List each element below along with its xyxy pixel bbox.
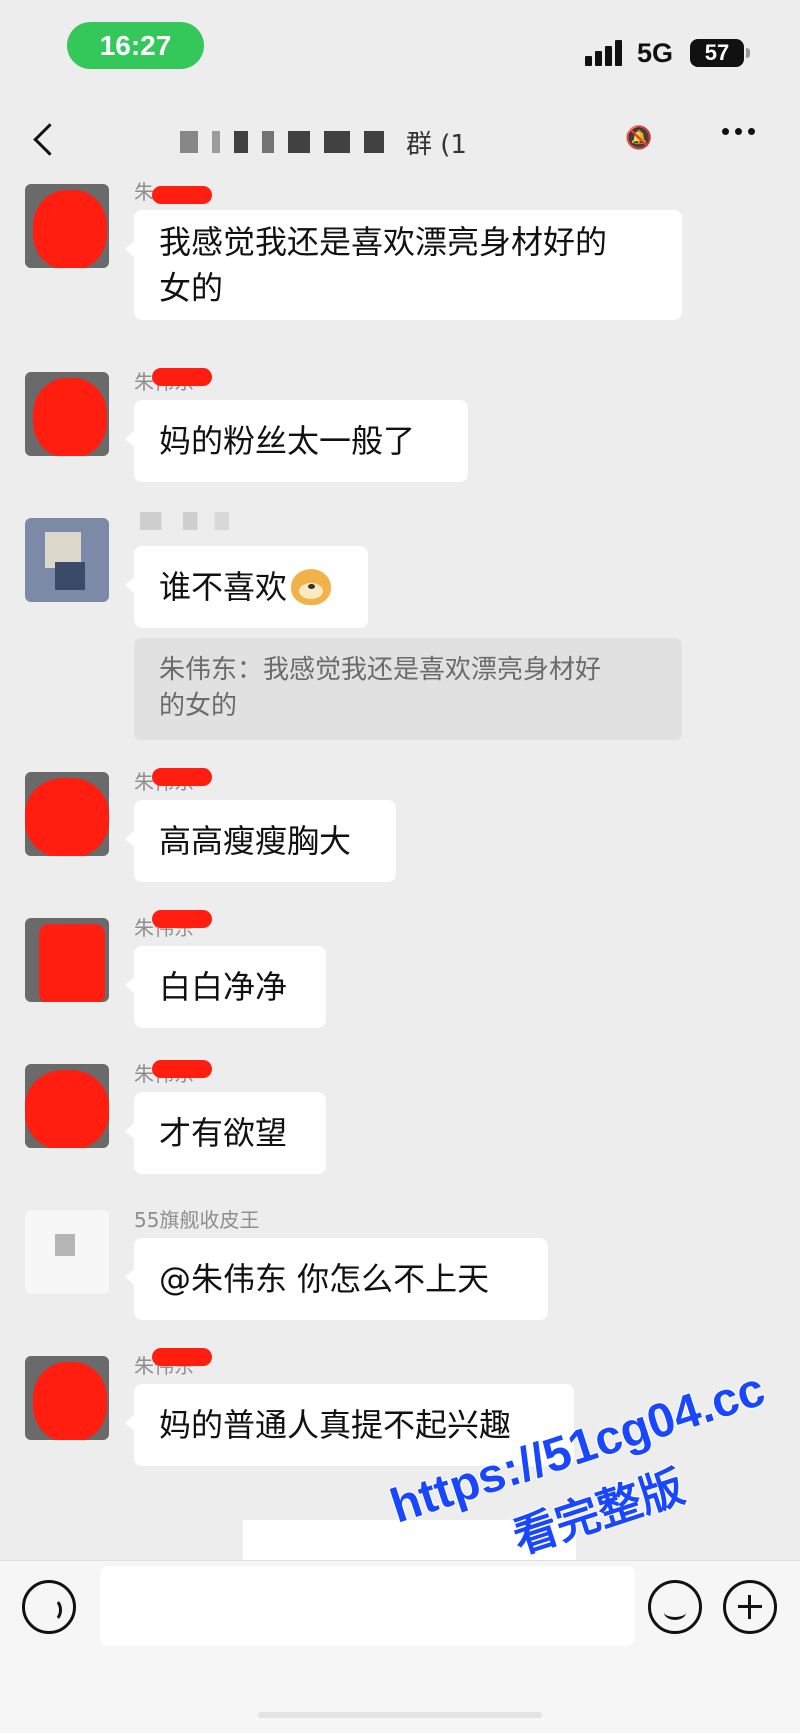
redaction-mark — [152, 910, 212, 928]
emoji-icon[interactable] — [648, 1580, 702, 1634]
doge-emoji-icon — [291, 569, 332, 605]
redaction-mark — [152, 368, 212, 386]
bell-slash-icon: 🔕 — [625, 126, 653, 151]
avatar[interactable] — [25, 918, 109, 1002]
sender-name: 朱 — [134, 180, 154, 204]
message-bubble[interactable]: 才有欲望 — [125, 1092, 326, 1174]
chat-title[interactable]: 群 (1 — [180, 122, 620, 162]
chevron-left-icon[interactable] — [28, 118, 68, 166]
message-text: 妈的粉丝太一般了 — [159, 422, 416, 460]
chat-title-text: 群 (1 — [406, 129, 467, 160]
message-bubble[interactable]: 我感觉我还是喜欢漂亮身材好的 女的 — [125, 210, 682, 320]
message-text: 白白净净 — [159, 968, 288, 1006]
message-bubble[interactable]: 白白净净 — [125, 946, 326, 1028]
quote-text: 的女的 — [159, 691, 238, 721]
avatar[interactable] — [25, 1356, 109, 1440]
plus-icon[interactable] — [723, 1580, 777, 1634]
message-text: 才有欲望 — [159, 1114, 288, 1152]
avatar[interactable] — [25, 372, 109, 456]
home-indicator — [258, 1712, 542, 1718]
quote-text: 朱伟东：我感觉我还是喜欢漂亮身材好 — [159, 655, 602, 685]
signal-icon — [585, 40, 625, 66]
message-text: @朱伟东 你怎么不上天 — [159, 1260, 490, 1298]
more-dots-icon[interactable] — [722, 128, 755, 135]
avatar[interactable] — [25, 518, 109, 602]
redaction-mark — [152, 768, 212, 786]
avatar[interactable] — [25, 1064, 109, 1148]
message-text: 我感觉我还是喜欢漂亮身材好的 — [159, 223, 608, 261]
message-bubble[interactable]: @朱伟东 你怎么不上天 — [125, 1238, 548, 1320]
status-bar: 16:27 5G 57 — [0, 0, 800, 100]
redaction-mark — [152, 1348, 212, 1366]
message-bubble[interactable]: 高高瘦瘦胸大 — [125, 800, 396, 882]
avatar[interactable] — [25, 772, 109, 856]
message-bubble[interactable]: 妈的粉丝太一般了 — [125, 400, 468, 482]
network-type: 5G — [637, 38, 674, 68]
battery-icon: 57 — [690, 39, 750, 67]
chat-header: 群 (1 🔕 — [0, 100, 800, 184]
message-text: 高高瘦瘦胸大 — [159, 822, 352, 860]
message-text: 女的 — [159, 269, 224, 307]
voice-icon[interactable] — [22, 1580, 76, 1634]
message-input[interactable] — [100, 1566, 635, 1646]
message-text: 妈的普通人真提不起兴趣 — [159, 1406, 512, 1444]
redaction-mark — [152, 1060, 212, 1078]
sender-name: 55旗舰收皮王 — [134, 1208, 260, 1232]
avatar[interactable] — [25, 184, 109, 268]
quoted-message[interactable]: 朱伟东：我感觉我还是喜欢漂亮身材好 的女的 — [134, 638, 682, 740]
pixelated-name — [140, 512, 260, 530]
redaction-mark — [152, 186, 212, 204]
message-bubble[interactable]: 谁不喜欢 — [125, 546, 368, 628]
status-time: 16:27 — [67, 22, 204, 69]
message-text: 谁不喜欢 — [159, 568, 288, 606]
avatar[interactable] — [25, 1210, 109, 1294]
